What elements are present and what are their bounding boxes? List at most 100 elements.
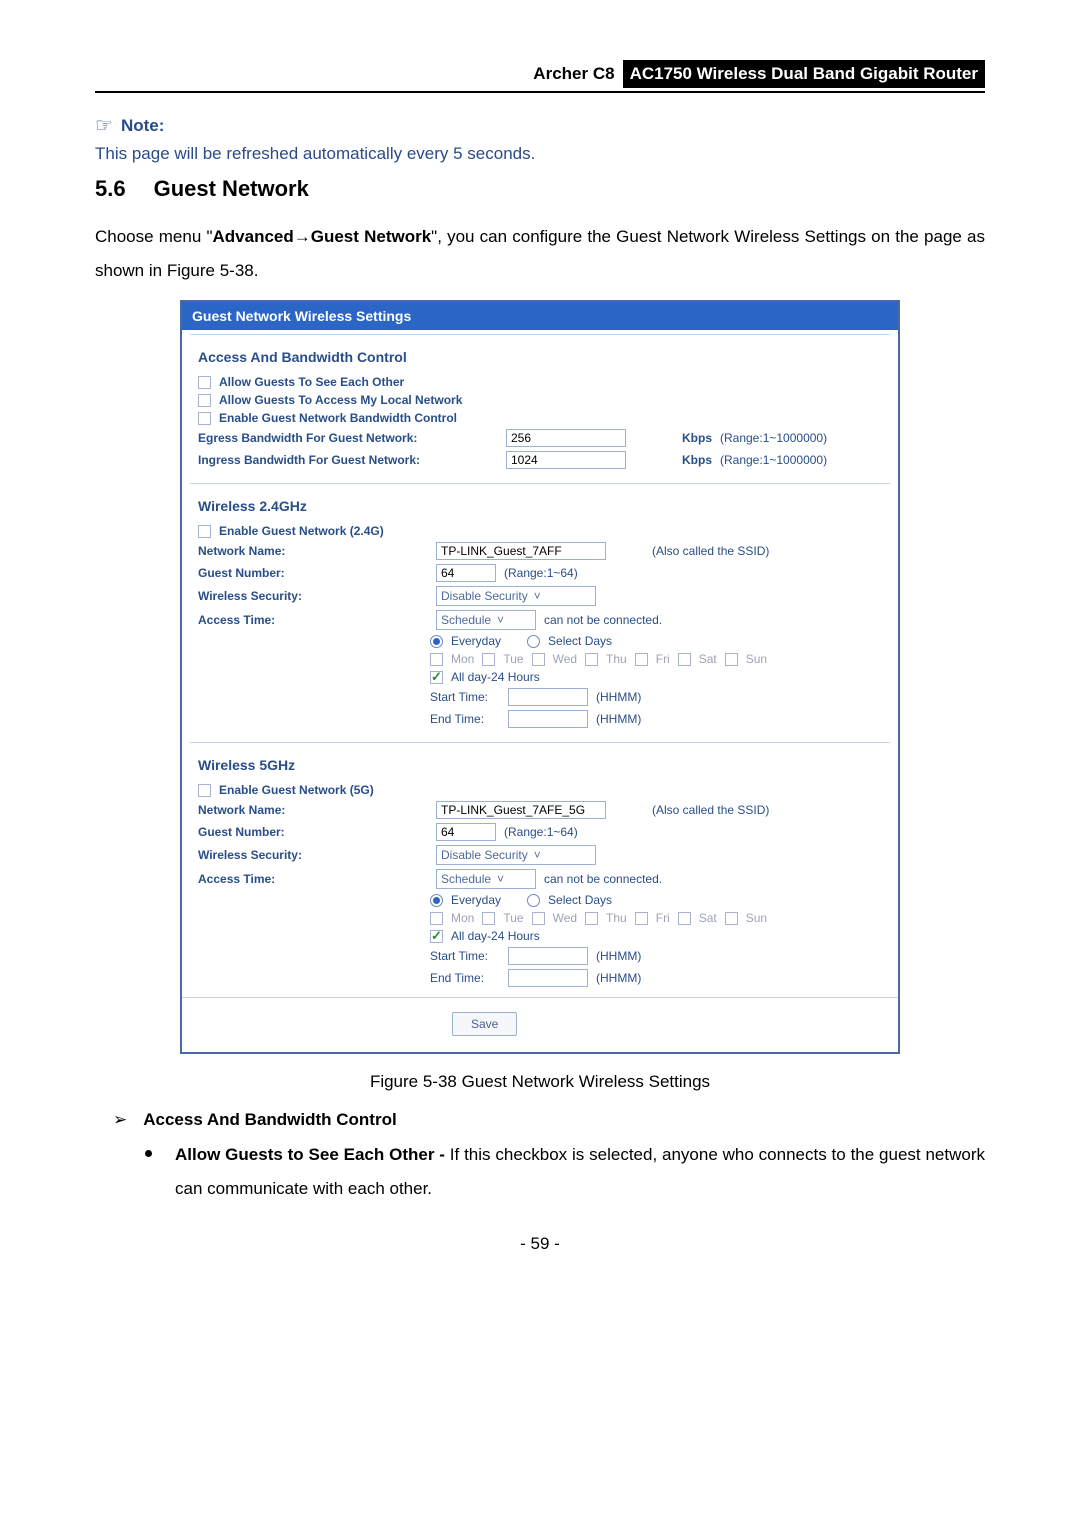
chk-5-allday[interactable] [430, 930, 443, 943]
intro-text: Choose menu "Advanced→Guest Network", yo… [95, 220, 985, 288]
select-5-access[interactable]: Schedule ˅ [436, 869, 536, 889]
chk-allow-see-each-other[interactable] [198, 376, 211, 389]
chk-allow-access-local[interactable] [198, 394, 211, 407]
bullet-allow-see-lead: Allow Guests to See Each Other - [175, 1145, 450, 1164]
input-5-name[interactable] [436, 801, 606, 819]
lbl-allow-see-each-other: Allow Guests To See Each Other [219, 375, 404, 389]
bullet-allow-see: Allow Guests to See Each Other - If this… [175, 1138, 985, 1206]
select-24-access-value: Schedule [441, 613, 491, 627]
chk-5-tue[interactable] [482, 912, 495, 925]
chk-24-fri[interactable] [635, 653, 648, 666]
lbl-egress-bw: Egress Bandwidth For Guest Network: [198, 431, 498, 445]
lbl-5-everyday: Everyday [451, 893, 501, 907]
input-5-start[interactable] [508, 947, 588, 965]
chk-5-sat[interactable] [678, 912, 691, 925]
kbps-egress: Kbps [682, 431, 712, 445]
lbl-24-start: Start Time: [430, 690, 500, 704]
input-ingress-bw[interactable] [506, 451, 626, 469]
lbl-5-sun: Sun [746, 911, 767, 925]
select-24-security-value: Disable Security [441, 589, 528, 603]
lbl-5-selectdays: Select Days [548, 893, 612, 907]
panel-title: Guest Network Wireless Settings [182, 302, 898, 330]
chk-5-sun[interactable] [725, 912, 738, 925]
settings-panel: Guest Network Wireless Settings Access A… [180, 300, 900, 1054]
chk-enable-5g[interactable] [198, 784, 211, 797]
lbl-24-fri: Fri [656, 652, 670, 666]
lbl-24-name: Network Name: [198, 544, 428, 558]
select-24-access[interactable]: Schedule ˅ [436, 610, 536, 630]
chevron-down-icon: ˅ [534, 589, 541, 603]
note-5-ssid: (Also called the SSID) [652, 803, 769, 817]
access-bw-header: Access And Bandwidth Control [198, 349, 882, 365]
lbl-enable-bw-control: Enable Guest Network Bandwidth Control [219, 411, 457, 425]
chk-enable-bw-control[interactable] [198, 412, 211, 425]
input-24-guestno[interactable] [436, 564, 496, 582]
lbl-24-wed: Wed [553, 652, 577, 666]
radio-5-selectdays[interactable] [527, 894, 540, 907]
kbps-ingress: Kbps [682, 453, 712, 467]
input-egress-bw[interactable] [506, 429, 626, 447]
input-24-name[interactable] [436, 542, 606, 560]
product-model: AC1750 Wireless Dual Band Gigabit Router [623, 60, 985, 88]
lbl-enable-24g: Enable Guest Network (2.4G) [219, 524, 384, 538]
intro-b: Advanced [213, 227, 294, 246]
radio-24-selectdays[interactable] [527, 635, 540, 648]
lbl-5-name: Network Name: [198, 803, 428, 817]
wireless-24-section: Wireless 2.4GHz Enable Guest Network (2.… [182, 488, 898, 738]
lbl-5-allday: All day-24 Hours [451, 929, 540, 943]
note-24-ssid: (Also called the SSID) [652, 544, 769, 558]
lbl-5-mon: Mon [451, 911, 474, 925]
intro-c: Guest Network [311, 227, 431, 246]
note-5-guestno-range: (Range:1~64) [504, 825, 578, 839]
chk-5-thu[interactable] [585, 912, 598, 925]
note-label: Note: [121, 116, 164, 136]
bullet-access-bw-text: Access And Bandwidth Control [143, 1110, 396, 1130]
chk-5-fri[interactable] [635, 912, 648, 925]
lbl-ingress-bw: Ingress Bandwidth For Guest Network: [198, 453, 498, 467]
page-number: - 59 - [95, 1234, 985, 1254]
chk-24-thu[interactable] [585, 653, 598, 666]
chk-24-mon[interactable] [430, 653, 443, 666]
input-24-start[interactable] [508, 688, 588, 706]
chk-5-wed[interactable] [532, 912, 545, 925]
chevron-down-icon: ˅ [534, 848, 541, 862]
input-5-guestno[interactable] [436, 823, 496, 841]
select-5-access-value: Schedule [441, 872, 491, 886]
figure-caption: Figure 5-38 Guest Network Wireless Setti… [95, 1072, 985, 1092]
select-5-security[interactable]: Disable Security ˅ [436, 845, 596, 865]
lbl-24-thu: Thu [606, 652, 627, 666]
input-24-end[interactable] [508, 710, 588, 728]
lbl-24-sat: Sat [699, 652, 717, 666]
chk-24-tue[interactable] [482, 653, 495, 666]
chk-24-allday[interactable] [430, 671, 443, 684]
wireless-5-section: Wireless 5GHz Enable Guest Network (5G) … [182, 747, 898, 997]
lbl-5-security: Wireless Security: [198, 848, 428, 862]
access-bandwidth-section: Access And Bandwidth Control Allow Guest… [182, 339, 898, 479]
lbl-24-mon: Mon [451, 652, 474, 666]
note-heading: ☞ Note: [95, 113, 985, 138]
lbl-5-sat: Sat [699, 911, 717, 925]
lbl-5-access: Access Time: [198, 872, 428, 886]
range-egress: (Range:1~1000000) [720, 431, 827, 445]
lbl-enable-5g: Enable Guest Network (5G) [219, 783, 374, 797]
lbl-24-allday: All day-24 Hours [451, 670, 540, 684]
lbl-5-start: Start Time: [430, 949, 500, 963]
radio-24-everyday[interactable] [430, 635, 443, 648]
product-name: Archer C8 [533, 64, 614, 84]
lbl-5-wed: Wed [553, 911, 577, 925]
wl24-header: Wireless 2.4GHz [198, 498, 882, 514]
radio-5-everyday[interactable] [430, 894, 443, 907]
lbl-24-selectdays: Select Days [548, 634, 612, 648]
select-24-security[interactable]: Disable Security ˅ [436, 586, 596, 606]
chk-5-mon[interactable] [430, 912, 443, 925]
chk-24-wed[interactable] [532, 653, 545, 666]
chk-24-sat[interactable] [678, 653, 691, 666]
input-5-end[interactable] [508, 969, 588, 987]
intro-arrow: → [294, 227, 311, 246]
lbl-24-sun: Sun [746, 652, 767, 666]
lbl-24-everyday: Everyday [451, 634, 501, 648]
save-button[interactable]: Save [452, 1012, 517, 1036]
note-24-access: can not be connected. [544, 613, 662, 627]
chk-24-sun[interactable] [725, 653, 738, 666]
chk-enable-24g[interactable] [198, 525, 211, 538]
